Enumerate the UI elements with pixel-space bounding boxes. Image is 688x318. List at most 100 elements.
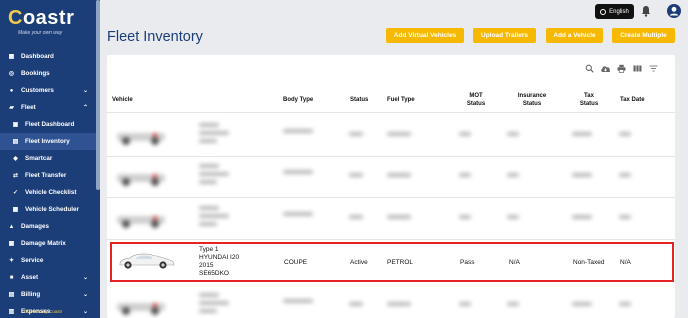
fuel-type-value: PETROL [387, 259, 414, 266]
calendar-icon: ▦ [12, 206, 19, 213]
status-value: Active [350, 259, 368, 266]
col-tax-date[interactable]: Tax Date [620, 96, 645, 104]
upload-trailers-button[interactable]: Upload Trailers [473, 28, 536, 43]
col-vehicle[interactable]: Vehicle [112, 96, 133, 104]
language-label: English [609, 8, 629, 15]
damage-icon: ▲ [8, 223, 15, 230]
chevron-down-icon: ⌄ [82, 309, 88, 315]
sidebar-item-label: Asset [21, 274, 39, 281]
tax-status-value: Non-Taxed [573, 259, 605, 266]
sidebar-item-damage-matrix[interactable]: ▦ Damage Matrix [0, 235, 96, 252]
col-mot-status[interactable]: MOT Status [460, 92, 492, 108]
asset-icon: ■ [9, 274, 14, 281]
columns-icon[interactable] [633, 64, 642, 73]
sidebar-item-label: Vehicle Checklist [25, 189, 77, 196]
matrix-icon: ▦ [8, 240, 15, 247]
row-divider [107, 197, 675, 198]
row-divider [107, 156, 675, 157]
bell-icon[interactable] [641, 5, 651, 17]
sidebar-item-label: Fleet [21, 104, 36, 111]
transfer-icon: ⇄ [12, 172, 19, 179]
billing-icon: ▤ [8, 291, 15, 298]
sidebar: Coastr Make your own way ▦ Dashboard ◎ Book… [0, 0, 100, 318]
blurred-row [107, 117, 675, 155]
page-title: Fleet Inventory [107, 29, 203, 45]
col-fuel-type[interactable]: Fuel Type [387, 96, 415, 104]
col-status[interactable]: Status [350, 96, 368, 104]
filter-icon[interactable] [649, 64, 658, 73]
globe-icon [600, 8, 607, 15]
app-logo[interactable]: Coastr Make your own way [8, 8, 96, 42]
sidebar-item-vehicle-scheduler[interactable]: ▦ Vehicle Scheduler [0, 201, 96, 218]
col-tax-status[interactable]: Tax Status [575, 92, 603, 108]
user-avatar-icon[interactable] [667, 4, 681, 18]
chevron-down-icon: ⌄ [82, 88, 88, 94]
sidebar-item-label: Service [21, 257, 44, 264]
sidebar-item-label: Smartcar [25, 155, 53, 162]
header-divider [107, 112, 675, 113]
sidebar-item-fleet-dashboard[interactable]: ▣ Fleet Dashboard [0, 116, 96, 133]
sidebar-item-label: Dashboard [21, 53, 54, 60]
vehicle-thumbnail[interactable] [116, 248, 176, 272]
sidebar-scrollbar[interactable] [96, 0, 100, 190]
sidebar-item-label: Customers [21, 87, 54, 94]
logo-rest: oastr [22, 7, 75, 29]
sidebar-item-damages[interactable]: ▲ Damages [0, 218, 96, 235]
vehicle-year: 2015 [199, 262, 214, 269]
sidebar-item-dashboard[interactable]: ▦ Dashboard [0, 48, 96, 65]
insurance-status-value: N/A [509, 259, 520, 266]
sidebar-item-label: Bookings [21, 70, 50, 77]
chevron-up-icon: ⌃ [82, 105, 88, 111]
logo-text: Coastr [8, 7, 75, 29]
sidebar-item-smartcar[interactable]: ◆ Smartcar [0, 150, 96, 167]
logo-tagline: Make your own way [18, 30, 63, 36]
sidebar-item-label: Damages [21, 223, 50, 230]
sidebar-item-label: Billing [21, 291, 41, 298]
topbar: English [100, 0, 688, 24]
sidebar-item-vehicle-checklist[interactable]: ✓ Vehicle Checklist [0, 184, 96, 201]
tax-date-value: N/A [620, 259, 631, 266]
col-body-type[interactable]: Body Type [283, 96, 313, 104]
cloud-download-icon[interactable] [600, 64, 611, 73]
blurred-row [107, 287, 675, 318]
sidebar-item-customers[interactable]: ● Customers ⌄ [0, 82, 96, 99]
blurred-row [107, 158, 675, 196]
sidebar-item-fleet[interactable]: ▰ Fleet ⌃ [0, 99, 96, 116]
search-icon[interactable] [585, 64, 594, 73]
users-icon: ● [9, 87, 14, 94]
list-icon: ▤ [12, 138, 19, 145]
sidebar-item-bookings[interactable]: ◎ Bookings [0, 65, 96, 82]
powered-by: Powered by Coastr [24, 309, 63, 314]
sidebar-item-billing[interactable]: ▤ Billing ⌄ [0, 286, 96, 303]
sidebar-item-fleet-transfer[interactable]: ⇄ Fleet Transfer [0, 167, 96, 184]
grid-icon: ▦ [8, 53, 15, 60]
vehicle-plate: SE65DKO [199, 270, 229, 277]
create-multiple-button[interactable]: Create Multiple [612, 28, 675, 43]
sidebar-item-label: Fleet Transfer [25, 172, 67, 179]
sidebar-item-label: Fleet Dashboard [25, 121, 75, 128]
col-insurance-status[interactable]: Insurance Status [515, 92, 549, 108]
smartcar-icon: ◆ [13, 155, 18, 162]
sidebar-item-label: Fleet Inventory [25, 138, 70, 145]
mot-status-value: Pass [460, 259, 475, 266]
add-vehicle-button[interactable]: Add a Vehicle [546, 28, 603, 43]
chevron-down-icon: ⌄ [82, 292, 88, 298]
body-type-value: COUPE [284, 259, 308, 266]
sidebar-item-asset[interactable]: ■ Asset ⌄ [0, 269, 96, 286]
check-icon: ✓ [12, 189, 19, 196]
car-icon: ▰ [9, 104, 14, 111]
wrench-icon: ✦ [8, 257, 15, 264]
print-icon[interactable] [617, 64, 626, 73]
sidebar-nav: ▦ Dashboard ◎ Bookings ● Customers ⌄ ▰ Fleet ⌃ ▣ Fl… [0, 48, 96, 318]
language-selector[interactable]: English [595, 4, 634, 19]
sidebar-item-label: Damage Matrix [21, 240, 66, 247]
sidebar-item-fleet-inventory[interactable]: ▤ Fleet Inventory [0, 133, 96, 150]
row-divider [107, 239, 675, 240]
expense-icon: ▥ [8, 308, 15, 315]
blurred-row [107, 200, 675, 238]
chevron-down-icon: ⌄ [82, 275, 88, 281]
sidebar-item-service[interactable]: ✦ Service [0, 252, 96, 269]
vehicle-model: HYUNDAI I20 [199, 254, 240, 261]
add-virtual-vehicles-button[interactable]: Add Virtual Vehicles [386, 28, 464, 43]
sidebar-item-label: Vehicle Scheduler [25, 206, 79, 213]
